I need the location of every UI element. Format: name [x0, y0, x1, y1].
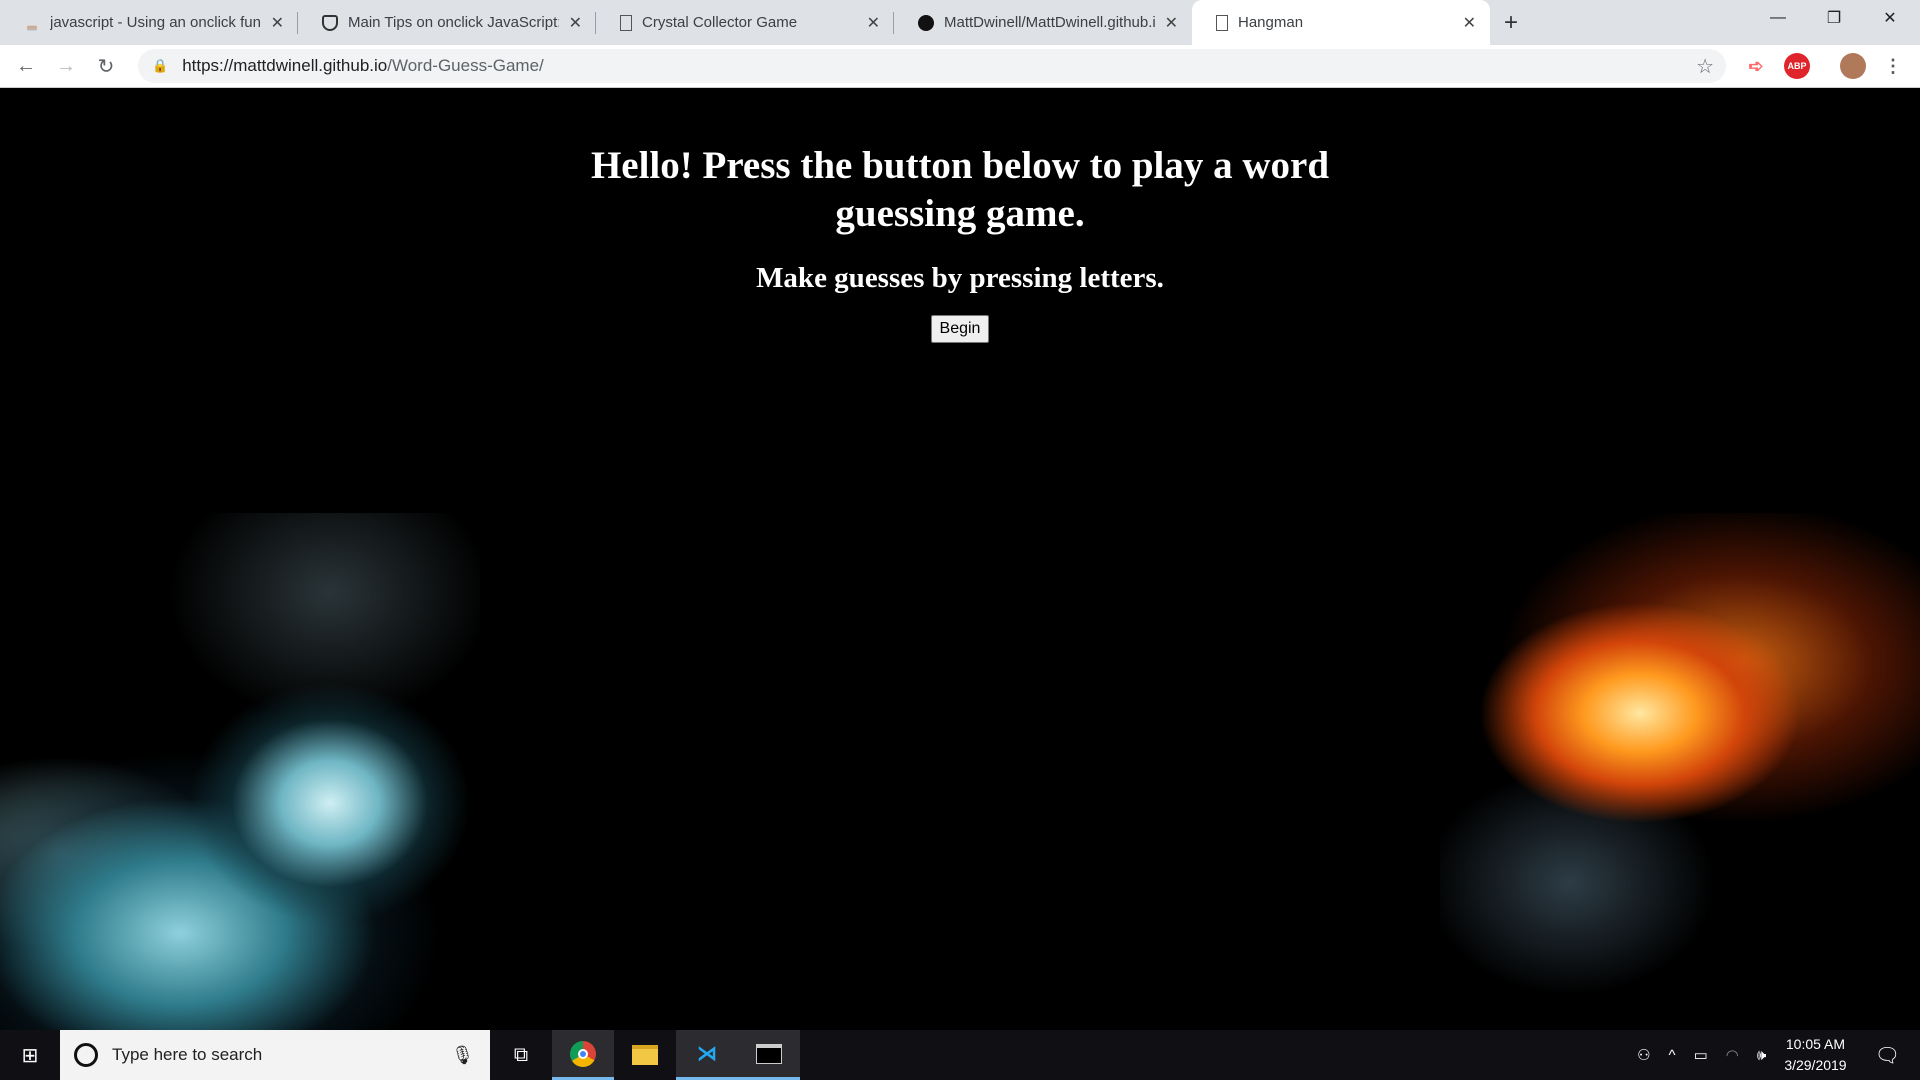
page-icon — [620, 14, 632, 31]
tab-stackoverflow[interactable]: javascript - Using an onclick func ✕ — [0, 0, 298, 45]
windows-start-icon[interactable]: ⊞ — [0, 1043, 60, 1068]
tab-onclick-tips[interactable]: Main Tips on onclick JavaScript: H ✕ — [298, 0, 596, 45]
battery-icon[interactable]: ▭ — [1694, 1046, 1708, 1064]
tab-crystal-collector[interactable]: Crystal Collector Game ✕ — [596, 0, 894, 45]
search-placeholder: Type here to search — [112, 1045, 263, 1064]
url-host: https://mattdwinell.github.io — [182, 56, 388, 75]
time: 10:05 AM — [1785, 1036, 1846, 1052]
abp-label: ABP — [1787, 61, 1807, 71]
reload-button[interactable]: ↻ — [86, 54, 126, 79]
terminal-icon[interactable] — [738, 1030, 800, 1080]
tab-github[interactable]: MattDwinell/MattDwinell.github.i ✕ — [894, 0, 1192, 45]
fire-fist-image — [1440, 513, 1920, 1010]
close-icon[interactable]: ✕ — [271, 13, 284, 33]
close-icon[interactable]: ✕ — [1463, 13, 1476, 33]
people-icon[interactable]: ⚇ — [1637, 1046, 1650, 1064]
chrome-icon[interactable] — [552, 1030, 614, 1080]
page-icon — [1216, 14, 1228, 31]
extension-arrow-icon[interactable]: ➪ — [1743, 53, 1769, 79]
tab-title: Hangman — [1238, 14, 1304, 31]
begin-button[interactable]: Begin — [930, 315, 990, 343]
taskbar: ⊞ Type here to search 🎙 ⧉ ⋊ ⚇ ^ ▭ ◠ 🕪 10:… — [0, 1030, 1920, 1080]
cortana-icon — [74, 1043, 98, 1067]
vscode-icon[interactable]: ⋊ — [676, 1030, 738, 1080]
restore-button[interactable]: ❐ — [1806, 0, 1862, 36]
page-content: Hello! Press the button below to play a … — [0, 88, 1920, 1030]
page-title: Hello! Press the button below to play a … — [590, 144, 1330, 235]
menu-icon[interactable]: ⋮ — [1880, 53, 1906, 79]
close-icon[interactable]: ✕ — [867, 13, 880, 33]
address-bar[interactable]: 🔒 https://mattdwinell.github.io/Word-Gue… — [138, 49, 1726, 83]
ice-fist-image — [0, 513, 480, 1030]
url-path: /Word-Guess-Game/ — [387, 56, 544, 75]
stackoverflow-icon — [27, 25, 37, 31]
bookmark-star-icon[interactable]: ☆ — [1696, 54, 1714, 79]
system-tray: ⚇ ^ ▭ ◠ 🕪 10:05 AM 3/29/2019 🗨 — [1637, 1030, 1920, 1080]
date: 3/29/2019 — [1784, 1057, 1847, 1073]
show-hidden-icons-chevron[interactable]: ^ — [1669, 1047, 1676, 1064]
lock-icon: 🔒 — [152, 58, 169, 73]
microphone-icon[interactable]: 🎙 — [451, 1045, 474, 1066]
tab-title: Main Tips on onclick JavaScript: H — [348, 14, 559, 31]
volume-icon[interactable]: 🕪 — [1757, 1047, 1766, 1064]
shield-icon — [322, 14, 338, 31]
tab-hangman[interactable]: Hangman ✕ — [1192, 0, 1490, 45]
new-tab-button[interactable]: + — [1504, 9, 1518, 37]
close-icon[interactable]: ✕ — [569, 13, 582, 33]
clock[interactable]: 10:05 AM 3/29/2019 — [1784, 1034, 1846, 1076]
file-explorer-icon[interactable] — [614, 1030, 676, 1080]
github-icon — [918, 14, 934, 31]
task-view-icon[interactable]: ⧉ — [490, 1030, 552, 1080]
tab-strip: javascript - Using an onclick func ✕ Main… — [0, 0, 1920, 45]
back-button[interactable]: ← — [6, 55, 46, 78]
browser-toolbar: ← → ↻ 🔒 https://mattdwinell.github.io/Wo… — [0, 45, 1920, 88]
close-window-button[interactable]: ✕ — [1862, 0, 1918, 36]
wifi-icon[interactable]: ◠ — [1726, 1046, 1739, 1064]
adblock-plus-icon[interactable]: ABP — [1784, 53, 1810, 79]
tab-title: MattDwinell/MattDwinell.github.i — [944, 14, 1155, 31]
avatar[interactable] — [1840, 53, 1866, 79]
taskbar-search[interactable]: Type here to search 🎙 — [60, 1030, 490, 1080]
forward-button[interactable]: → — [46, 55, 86, 78]
action-center-icon[interactable]: 🗨 — [1875, 1043, 1900, 1068]
minimize-button[interactable]: — — [1750, 0, 1806, 36]
tab-title: Crystal Collector Game — [642, 14, 798, 31]
close-icon[interactable]: ✕ — [1165, 13, 1178, 33]
tab-title: javascript - Using an onclick func — [50, 14, 261, 31]
instructions: Make guesses by pressing letters. — [756, 262, 1164, 294]
